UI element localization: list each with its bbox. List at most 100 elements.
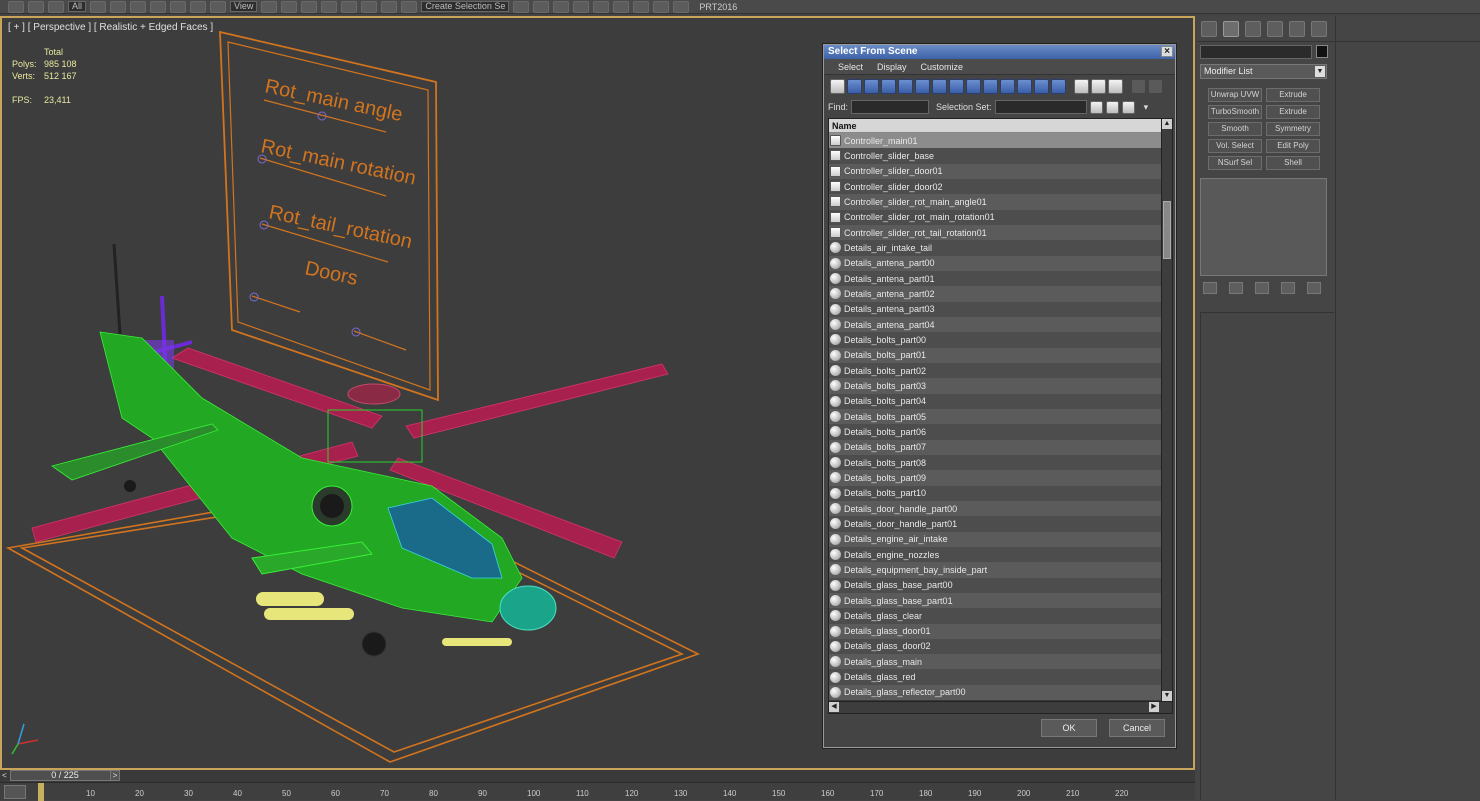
list-item[interactable]: Details_air_intake_tail bbox=[829, 240, 1162, 256]
select-manipulate-icon[interactable] bbox=[281, 0, 298, 13]
list-item[interactable]: Controller_slider_rot_main_rotation01 bbox=[829, 209, 1162, 225]
list-item[interactable]: Details_bolts_part10 bbox=[829, 485, 1162, 501]
list-item[interactable]: Details_glass_red bbox=[829, 669, 1162, 685]
reference-coord-combo[interactable]: View bbox=[230, 1, 258, 12]
horizontal-scrollbar[interactable]: ◀ ▶ bbox=[829, 701, 1172, 713]
unlink-icon[interactable] bbox=[28, 0, 44, 13]
symmetry-button[interactable]: Symmetry bbox=[1266, 122, 1320, 136]
dialog-titlebar[interactable]: Select From Scene × bbox=[824, 45, 1175, 59]
select-object-icon[interactable] bbox=[90, 0, 107, 13]
time-slider[interactable]: < 0 / 225 > bbox=[0, 770, 1195, 782]
vertical-scrollbar[interactable]: ▲ ▼ bbox=[1161, 119, 1172, 701]
list-item[interactable]: Details_glass_base_part00 bbox=[829, 577, 1162, 593]
filter-icon[interactable] bbox=[1131, 78, 1146, 94]
pin-stack-icon[interactable] bbox=[1203, 282, 1217, 294]
pivot-icon[interactable] bbox=[261, 0, 278, 13]
list-item[interactable]: Controller_slider_door02 bbox=[829, 178, 1162, 195]
select-all-icon[interactable] bbox=[1074, 78, 1089, 94]
show-end-result-icon[interactable] bbox=[1229, 282, 1243, 294]
make-unique-icon[interactable] bbox=[1255, 282, 1269, 294]
list-item[interactable]: Controller_slider_door01 bbox=[829, 163, 1162, 179]
render-frame-icon[interactable] bbox=[653, 0, 670, 13]
motion-tab-icon[interactable] bbox=[1267, 20, 1283, 37]
spinner-snap-icon[interactable] bbox=[381, 0, 398, 13]
display-bones-icon[interactable] bbox=[966, 78, 981, 94]
scroll-down-icon[interactable]: ▼ bbox=[1162, 691, 1172, 701]
rotate-icon[interactable] bbox=[190, 0, 207, 13]
utilities-tab-icon[interactable] bbox=[1311, 20, 1327, 37]
select-by-name-icon[interactable] bbox=[110, 0, 127, 13]
configure-sets-icon[interactable] bbox=[1307, 282, 1321, 294]
list-item[interactable]: Details_bolts_part06 bbox=[829, 424, 1162, 440]
selset-highlight-icon[interactable] bbox=[1121, 100, 1135, 114]
list-item[interactable]: Details_engine_nozzles bbox=[829, 546, 1162, 563]
find-input[interactable] bbox=[851, 100, 930, 114]
modifier-stack[interactable] bbox=[1200, 178, 1327, 276]
menu-display[interactable]: Display bbox=[871, 62, 915, 72]
frame-counter[interactable]: 0 / 225 bbox=[10, 770, 120, 781]
keyboard-shortcut-icon[interactable] bbox=[301, 0, 318, 13]
remove-modifier-icon[interactable] bbox=[1281, 282, 1295, 294]
display-all-icon[interactable] bbox=[1034, 78, 1049, 94]
snap-toggle-icon[interactable] bbox=[321, 0, 338, 13]
vol-select-button[interactable]: Vol. Select bbox=[1208, 139, 1262, 153]
display-containers-icon[interactable] bbox=[983, 78, 998, 94]
list-item[interactable]: Details_antena_part00 bbox=[829, 255, 1162, 271]
list-item[interactable]: Details_bolts_part04 bbox=[829, 393, 1162, 409]
align-icon[interactable] bbox=[533, 0, 550, 13]
scale-icon[interactable] bbox=[210, 0, 227, 13]
curve-editor-icon[interactable] bbox=[573, 0, 590, 13]
chevron-right-icon[interactable]: > bbox=[110, 770, 120, 781]
display-spacewarps-icon[interactable] bbox=[915, 78, 930, 94]
extrude-button-2[interactable]: Extrude bbox=[1266, 105, 1320, 119]
list-item[interactable]: Controller_slider_rot_tail_rotation01 bbox=[829, 224, 1162, 241]
named-selection-combo[interactable]: Create Selection Se bbox=[421, 1, 510, 12]
display-cameras-icon[interactable] bbox=[881, 78, 896, 94]
list-item[interactable]: Details_glass_base_part01 bbox=[829, 592, 1162, 609]
list-item[interactable]: Details_bolts_part07 bbox=[829, 439, 1162, 455]
list-item[interactable]: Details_door_handle_part01 bbox=[829, 516, 1162, 532]
display-helpers-icon[interactable] bbox=[898, 78, 913, 94]
display-shapes-icon[interactable] bbox=[847, 78, 862, 94]
cancel-button[interactable]: Cancel bbox=[1109, 719, 1165, 737]
edit-poly-button[interactable]: Edit Poly bbox=[1266, 139, 1320, 153]
display-none-icon[interactable] bbox=[1051, 78, 1066, 94]
chevron-down-icon[interactable]: ▼ bbox=[1315, 66, 1325, 77]
object-color-swatch[interactable] bbox=[1316, 45, 1328, 58]
bind-space-warp-icon[interactable] bbox=[48, 0, 64, 13]
list-item[interactable]: Details_bolts_part01 bbox=[829, 347, 1162, 363]
selection-filter-combo[interactable]: All bbox=[68, 1, 87, 12]
display-xrefs-icon[interactable] bbox=[949, 78, 964, 94]
render-setup-icon[interactable] bbox=[633, 0, 650, 13]
scroll-up-icon[interactable]: ▲ bbox=[1162, 119, 1172, 129]
display-tab-icon[interactable] bbox=[1289, 20, 1305, 37]
list-item[interactable]: Details_glass_clear bbox=[829, 608, 1162, 624]
window-crossing-icon[interactable] bbox=[150, 0, 167, 13]
menu-customize[interactable]: Customize bbox=[915, 62, 972, 72]
list-item[interactable]: Details_bolts_part03 bbox=[829, 378, 1162, 394]
extrude-button[interactable]: Extrude bbox=[1266, 88, 1320, 102]
mirror-icon[interactable] bbox=[513, 0, 530, 13]
layer-manager-icon[interactable] bbox=[553, 0, 570, 13]
list-item[interactable]: Details_bolts_part09 bbox=[829, 470, 1162, 486]
list-item[interactable]: Details_bolts_part02 bbox=[829, 362, 1162, 379]
scroll-left-icon[interactable]: ◀ bbox=[829, 702, 839, 712]
list-item[interactable]: Details_bolts_part00 bbox=[829, 332, 1162, 348]
hierarchy-tab-icon[interactable] bbox=[1245, 20, 1261, 37]
display-geometry-icon[interactable] bbox=[830, 78, 845, 94]
select-link-icon[interactable] bbox=[8, 0, 24, 13]
list-item[interactable]: Details_glass_main bbox=[829, 654, 1162, 670]
list-item[interactable]: Controller_main01 bbox=[829, 133, 1162, 149]
angle-snap-icon[interactable] bbox=[341, 0, 358, 13]
select-none-icon[interactable] bbox=[1091, 78, 1106, 94]
viewport-label[interactable]: [ + ] [ Perspective ] [ Realistic + Edge… bbox=[8, 22, 213, 33]
ok-button[interactable]: OK bbox=[1041, 719, 1097, 737]
selset-remove-icon[interactable] bbox=[1105, 100, 1119, 114]
nsurf-sel-button[interactable]: NSurf Sel bbox=[1208, 156, 1262, 170]
hierarchy-icon[interactable] bbox=[1148, 78, 1163, 94]
chevron-down-icon[interactable]: ▾ bbox=[1144, 102, 1149, 113]
list-item[interactable]: Details_equipment_bay_inside_part bbox=[829, 562, 1162, 578]
list-item[interactable]: Details_antena_part02 bbox=[829, 286, 1162, 302]
display-hidden-icon[interactable] bbox=[1017, 78, 1032, 94]
select-invert-icon[interactable] bbox=[1108, 78, 1123, 94]
